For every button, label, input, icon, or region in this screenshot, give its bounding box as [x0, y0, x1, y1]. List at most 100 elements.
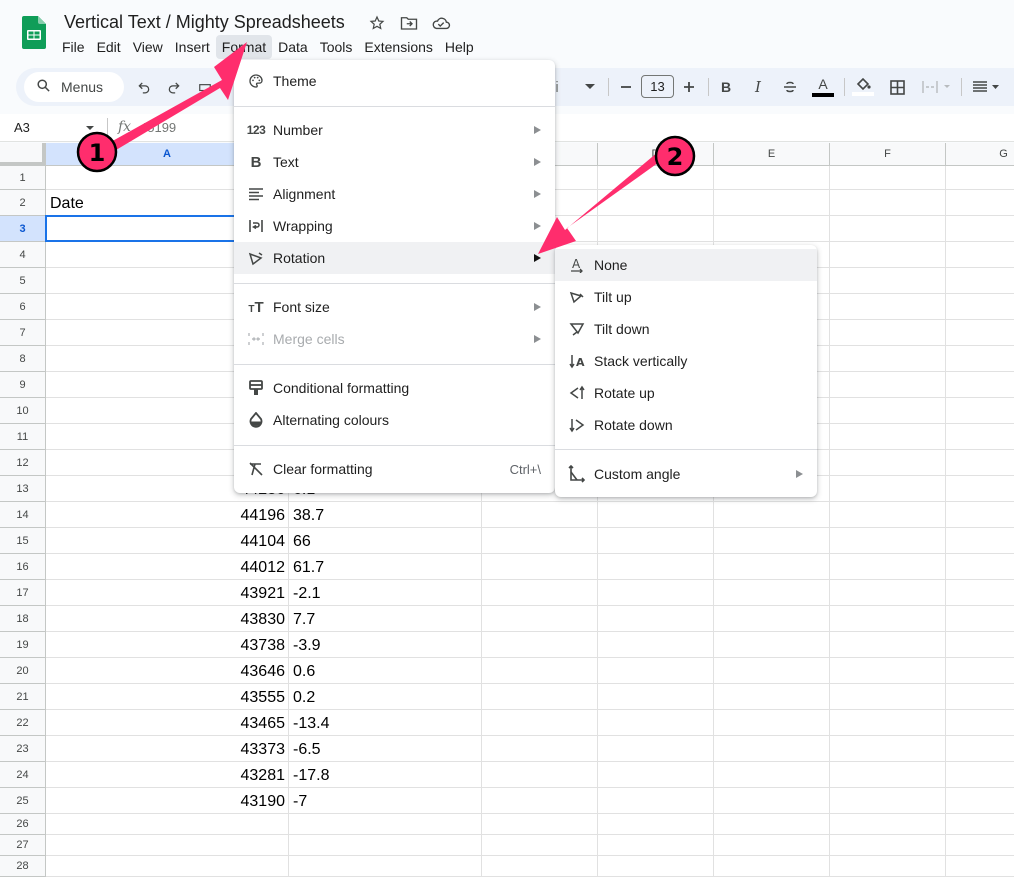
cell-a20[interactable]: 43646 — [46, 658, 289, 684]
rotation-menu-item-rotate-down[interactable]: Rotate down — [555, 409, 817, 441]
format-menu-item-alignment[interactable]: Alignment — [234, 178, 555, 210]
menu-help[interactable]: Help — [439, 35, 480, 59]
column-header-d[interactable]: D — [598, 143, 714, 166]
format-menu-item-theme[interactable]: Theme — [234, 65, 555, 97]
row-header-4[interactable]: 4 — [0, 242, 46, 268]
cell-a24[interactable]: 43281 — [46, 762, 289, 788]
row-header-25[interactable]: 25 — [0, 788, 46, 814]
merge-cells-icon[interactable] — [921, 76, 953, 98]
format-menu-item-rotation[interactable]: Rotation — [234, 242, 555, 274]
cloud-saved-icon[interactable] — [430, 13, 452, 33]
cell-b16[interactable]: 61.7 — [289, 554, 482, 580]
row-header-28[interactable]: 28 — [0, 856, 46, 877]
row-header-14[interactable]: 14 — [0, 502, 46, 528]
menu-edit[interactable]: Edit — [91, 35, 127, 59]
name-box-dropdown-icon[interactable] — [86, 126, 94, 130]
bold-icon[interactable]: B — [718, 76, 734, 98]
row-header-27[interactable]: 27 — [0, 835, 46, 856]
rotation-menu-item-stack-vertically[interactable]: A Stack vertically — [555, 345, 817, 377]
row-header-23[interactable]: 23 — [0, 736, 46, 762]
text-color-icon[interactable]: A — [812, 76, 834, 98]
cell-b24[interactable]: -17.8 — [289, 762, 482, 788]
font-size-input[interactable]: 13 — [641, 75, 674, 98]
column-header-e[interactable]: E — [714, 143, 830, 166]
menu-file[interactable]: File — [56, 35, 91, 59]
row-header-17[interactable]: 17 — [0, 580, 46, 606]
row-header-3[interactable]: 3 — [0, 216, 46, 242]
cell-a21[interactable]: 43555 — [46, 684, 289, 710]
cell-b15[interactable]: 66 — [289, 528, 482, 554]
cell-b14[interactable]: 38.7 — [289, 502, 482, 528]
cell-a16[interactable]: 44012 — [46, 554, 289, 580]
borders-icon[interactable] — [888, 76, 906, 98]
fill-color-icon[interactable] — [852, 76, 874, 98]
row-header-5[interactable]: 5 — [0, 268, 46, 294]
row-header-2[interactable]: 2 — [0, 190, 46, 216]
row-header-22[interactable]: 22 — [0, 710, 46, 736]
row-header-18[interactable]: 18 — [0, 606, 46, 632]
cell-a22[interactable]: 43465 — [46, 710, 289, 736]
cell-b20[interactable]: 0.6 — [289, 658, 482, 684]
format-menu-item-text[interactable]: B Text — [234, 146, 555, 178]
name-box[interactable]: A3 — [14, 120, 30, 135]
cell-a14[interactable]: 44196 — [46, 502, 289, 528]
format-menu-item-conditional-formatting[interactable]: Conditional formatting — [234, 372, 555, 404]
row-header-15[interactable]: 15 — [0, 528, 46, 554]
cell-b21[interactable]: 0.2 — [289, 684, 482, 710]
row-header-20[interactable]: 20 — [0, 658, 46, 684]
format-menu-item-number[interactable]: 123 Number — [234, 114, 555, 146]
row-header-24[interactable]: 24 — [0, 762, 46, 788]
column-header-f[interactable]: F — [830, 143, 946, 166]
rotation-menu-item-tilt-down[interactable]: Tilt down — [555, 313, 817, 345]
strikethrough-icon[interactable] — [782, 76, 798, 98]
rotation-menu-item-rotate-up[interactable]: Rotate up — [555, 377, 817, 409]
menu-extensions[interactable]: Extensions — [358, 35, 438, 59]
increase-font-size-button[interactable] — [681, 76, 697, 98]
row-header-12[interactable]: 12 — [0, 450, 46, 476]
row-header-7[interactable]: 7 — [0, 320, 46, 346]
format-menu-item-wrapping[interactable]: Wrapping — [234, 210, 555, 242]
cell-b19[interactable]: -3.9 — [289, 632, 482, 658]
star-icon[interactable] — [366, 13, 388, 33]
row-header-21[interactable]: 21 — [0, 684, 46, 710]
row-header-8[interactable]: 8 — [0, 346, 46, 372]
menu-format[interactable]: Format — [215, 35, 273, 59]
column-header-g[interactable]: G — [946, 143, 1014, 166]
cell-a18[interactable]: 43830 — [46, 606, 289, 632]
menu-insert[interactable]: Insert — [169, 35, 216, 59]
format-menu-item-font-size[interactable]: TT Font size — [234, 291, 555, 323]
row-header-6[interactable]: 6 — [0, 294, 46, 320]
decrease-font-size-button[interactable] — [618, 76, 634, 98]
cell-a15[interactable]: 44104 — [46, 528, 289, 554]
rotation-menu-item-none[interactable]: A None — [555, 249, 817, 281]
cell-b17[interactable]: -2.1 — [289, 580, 482, 606]
format-menu-item-clear-formatting[interactable]: Clear formatting Ctrl+\ — [234, 453, 555, 485]
cell-b25[interactable]: -7 — [289, 788, 482, 814]
cell-a25[interactable]: 43190 — [46, 788, 289, 814]
row-header-13[interactable]: 13 — [0, 476, 46, 502]
horizontal-align-icon[interactable] — [971, 76, 1003, 98]
row-header-11[interactable]: 11 — [0, 424, 46, 450]
cell-a23[interactable]: 43373 — [46, 736, 289, 762]
row-header-26[interactable]: 26 — [0, 814, 46, 835]
row-header-9[interactable]: 9 — [0, 372, 46, 398]
move-folder-icon[interactable] — [398, 13, 420, 33]
menu-view[interactable]: View — [127, 35, 169, 59]
sheets-logo-icon[interactable] — [22, 16, 46, 49]
undo-icon[interactable] — [134, 76, 154, 98]
formula-input[interactable]: 45199 — [140, 120, 176, 135]
rotation-menu-item-tilt-up[interactable]: Tilt up — [555, 281, 817, 313]
format-menu-item-alternating-colours[interactable]: Alternating colours — [234, 404, 555, 436]
menu-data[interactable]: Data — [272, 35, 314, 59]
redo-icon[interactable] — [164, 76, 184, 98]
cell-b22[interactable]: -13.4 — [289, 710, 482, 736]
row-header-19[interactable]: 19 — [0, 632, 46, 658]
document-title[interactable]: Vertical Text / Mighty Spreadsheets — [64, 12, 345, 33]
cell-b23[interactable]: -6.5 — [289, 736, 482, 762]
menu-tools[interactable]: Tools — [314, 35, 359, 59]
rotation-menu-item-custom-angle[interactable]: Custom angle — [555, 458, 817, 490]
font-dropdown-caret-icon[interactable] — [582, 76, 598, 98]
row-header-16[interactable]: 16 — [0, 554, 46, 580]
cell-a19[interactable]: 43738 — [46, 632, 289, 658]
italic-icon[interactable]: I — [750, 76, 766, 98]
